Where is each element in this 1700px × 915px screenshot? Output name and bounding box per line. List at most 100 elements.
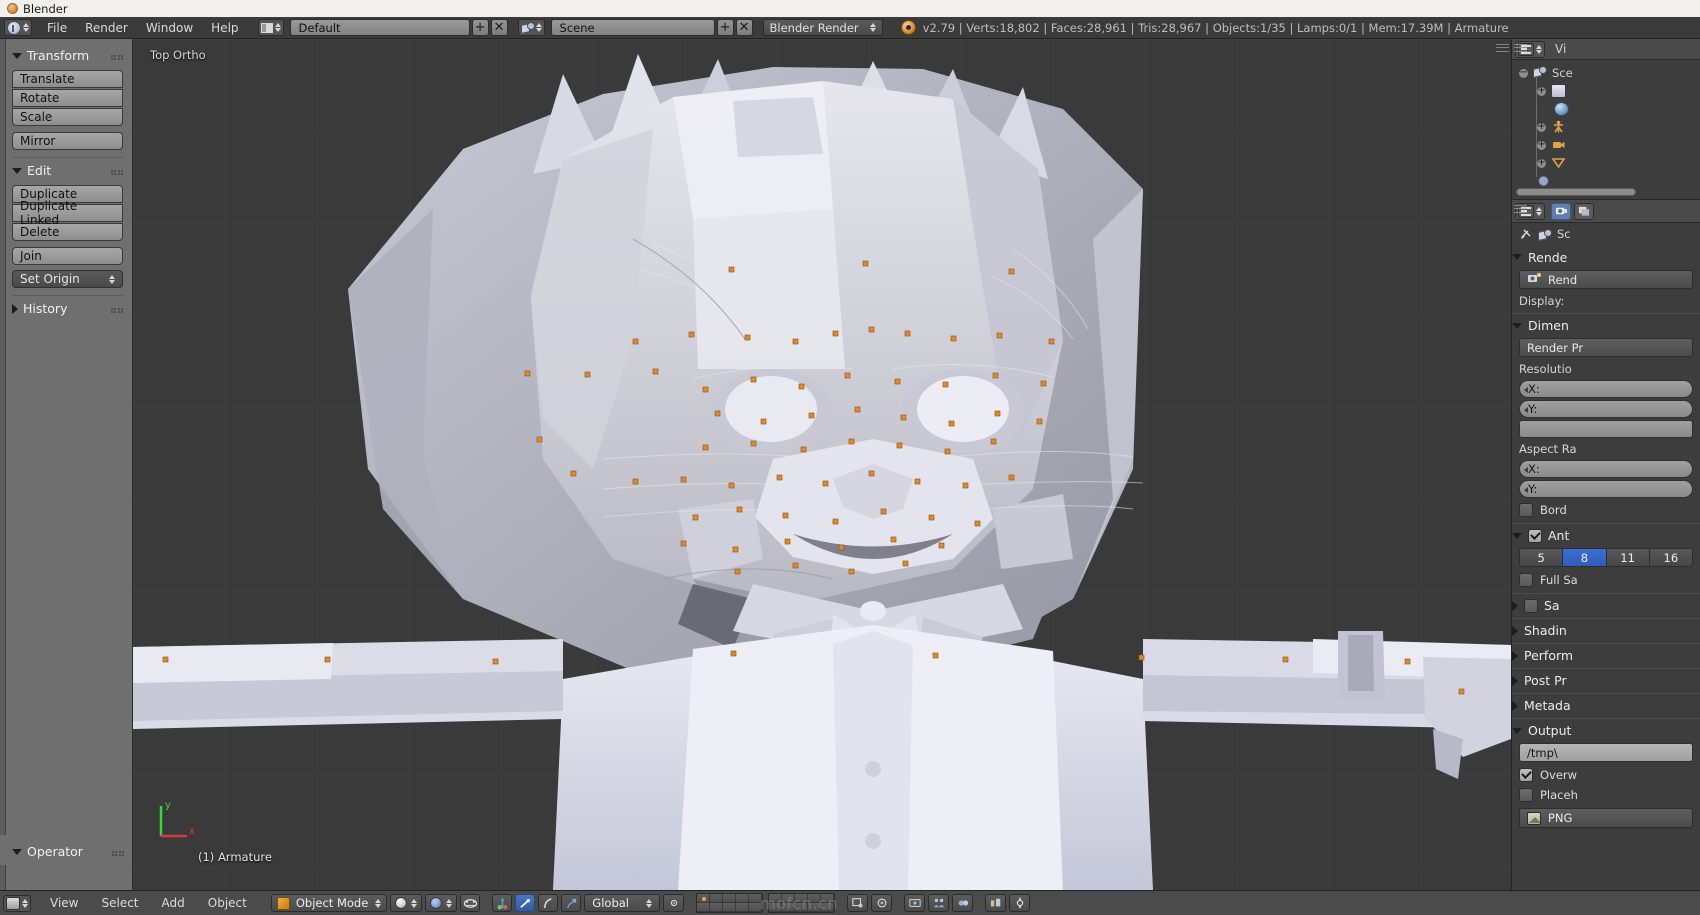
scene-browser-selector[interactable] — [517, 19, 545, 36]
outliner-display-mode[interactable]: Vi — [1555, 42, 1566, 56]
scale-manipulator-icon[interactable] — [538, 894, 559, 912]
border-checkbox-row[interactable]: Bord — [1512, 500, 1700, 520]
layer-button[interactable] — [736, 903, 750, 912]
render-engine-selector[interactable]: Blender Render — [762, 19, 883, 36]
view3d-menu-object[interactable]: Object — [198, 894, 257, 912]
view3d-menu-add[interactable]: Add — [152, 894, 195, 912]
overwrite-checkbox[interactable] — [1519, 768, 1533, 782]
aa-sample-8[interactable]: 8 — [1563, 549, 1607, 566]
delete-scene-button[interactable]: ✕ — [735, 19, 753, 36]
translate-manipulator-icon[interactable] — [492, 894, 513, 912]
output-path-field[interactable]: /tmp\ — [1519, 743, 1693, 762]
file-format-dropdown[interactable]: PNG — [1519, 808, 1693, 828]
view3d-menu-select[interactable]: Select — [91, 894, 148, 912]
outliner-row-camera[interactable]: + — [1514, 136, 1698, 154]
scene-object-type-visibility[interactable] — [425, 894, 458, 912]
tool-mirror-button[interactable]: Mirror — [12, 132, 123, 150]
aspect-x-field[interactable]: X: — [1519, 460, 1693, 478]
resolution-x-field[interactable]: X: — [1519, 380, 1693, 398]
layer-group-1[interactable] — [696, 893, 764, 913]
3d-viewport[interactable]: Top Ortho y x (1) Armature — [133, 39, 1511, 890]
expand-icon[interactable]: + — [1536, 157, 1547, 169]
properties-section-output[interactable]: Output — [1512, 718, 1700, 740]
panel-header-history[interactable]: History — [12, 301, 123, 316]
aa-samples-selector[interactable]: 5 8 11 16 — [1519, 548, 1693, 567]
editor-type-selector[interactable] — [4, 19, 32, 36]
outliner-row-armature[interactable]: + — [1514, 118, 1698, 136]
properties-section-metadata[interactable]: Metada — [1512, 693, 1700, 715]
aa-sample-11[interactable]: 11 — [1606, 549, 1650, 566]
panel-header-edit[interactable]: Edit — [12, 163, 123, 178]
menu-file[interactable]: File — [38, 19, 76, 37]
menu-window[interactable]: Window — [137, 19, 202, 37]
rotate-manipulator-icon[interactable] — [515, 894, 536, 912]
full-sample-row[interactable]: Full Sa — [1512, 570, 1700, 590]
layer-button[interactable] — [723, 903, 737, 912]
menu-help[interactable]: Help — [202, 19, 247, 37]
tool-translate-button[interactable]: Translate — [12, 70, 123, 88]
transform-orientation-selector[interactable]: Global — [584, 894, 661, 912]
delete-screen-layout-button[interactable]: ✕ — [490, 19, 508, 36]
aspect-y-field[interactable]: Y: — [1519, 480, 1693, 498]
layer-button[interactable] — [710, 894, 724, 903]
layer-button[interactable] — [697, 894, 711, 903]
full-sample-checkbox[interactable] — [1519, 573, 1533, 587]
layer-button[interactable] — [723, 894, 737, 903]
menu-render[interactable]: Render — [76, 19, 137, 37]
tools-icon[interactable] — [985, 894, 1007, 912]
overwrite-row[interactable]: Overw — [1512, 765, 1700, 785]
resolution-percentage-field[interactable] — [1519, 420, 1693, 438]
outliner-row-lamp[interactable]: + — [1514, 154, 1698, 172]
render-preset-dropdown[interactable]: Render Pr — [1519, 338, 1693, 357]
add-scene-button[interactable]: + — [716, 19, 734, 36]
tool-scale-button[interactable]: Scale — [12, 108, 123, 126]
manipulator-extra-icon[interactable] — [561, 894, 582, 912]
properties-section-render[interactable]: Rende — [1512, 245, 1700, 267]
snap-magnet-icon[interactable] — [871, 894, 893, 912]
scene-name-field[interactable]: Scene — [550, 19, 715, 36]
outliner-row-world[interactable] — [1514, 100, 1698, 118]
properties-section-post-processing[interactable]: Post Pr — [1512, 668, 1700, 690]
placeholders-row[interactable]: Placeh — [1512, 785, 1700, 805]
outliner-horizontal-scrollbar[interactable] — [1516, 188, 1636, 196]
tool-set-origin-dropdown[interactable]: Set Origin — [12, 270, 123, 288]
panel-header-transform[interactable]: Transform — [12, 48, 123, 63]
border-checkbox[interactable] — [1519, 503, 1533, 517]
layer-button[interactable] — [736, 894, 750, 903]
properties-section-sampled-motion-blur[interactable]: Sa — [1512, 593, 1700, 615]
expand-icon[interactable]: + — [1536, 85, 1547, 97]
outliner-row-renderlayers[interactable]: + — [1514, 82, 1698, 100]
properties-tab-render[interactable] — [1551, 202, 1571, 220]
layer-button[interactable] — [697, 903, 711, 912]
viewport-corner-grip[interactable] — [1496, 41, 1509, 54]
viewport-shading-selector[interactable] — [390, 894, 423, 912]
collapse-icon[interactable]: − — [1518, 67, 1529, 79]
panel-header-operator[interactable]: Operator — [12, 844, 124, 859]
aa-sample-5[interactable]: 5 — [1520, 549, 1564, 566]
group-icon[interactable] — [952, 894, 974, 912]
resolution-y-field[interactable]: Y: — [1519, 400, 1693, 418]
motion-blur-checkbox[interactable] — [1524, 598, 1538, 613]
tool-duplicate-linked-button[interactable]: Duplicate Linked — [12, 199, 123, 227]
tool-rotate-button[interactable]: Rotate — [12, 89, 123, 107]
people-icon[interactable] — [928, 894, 950, 912]
expand-icon[interactable]: + — [1536, 121, 1547, 133]
screen-layout-selector[interactable] — [257, 19, 284, 36]
properties-corner-grip[interactable] — [1514, 202, 1527, 215]
tool-join-button[interactable]: Join — [12, 247, 123, 265]
properties-section-shading[interactable]: Shadin — [1512, 618, 1700, 640]
layer-button[interactable] — [710, 903, 724, 912]
properties-section-antialiasing[interactable]: Ant — [1512, 523, 1700, 545]
toggle-xray-icon[interactable] — [460, 894, 481, 912]
antialiasing-checkbox[interactable] — [1528, 528, 1542, 543]
proportional-edit-icon[interactable] — [847, 894, 869, 912]
render-image-button[interactable]: Rend — [1519, 270, 1693, 289]
screen-layout-field[interactable]: Default — [289, 19, 470, 36]
add-screen-layout-button[interactable]: + — [471, 19, 489, 36]
properties-section-dimensions[interactable]: Dimen — [1512, 313, 1700, 335]
aa-sample-16[interactable]: 16 — [1649, 549, 1692, 566]
view3d-menu-view[interactable]: View — [40, 894, 88, 912]
pin-icon[interactable] — [1519, 228, 1532, 241]
pivot-point-icon[interactable] — [663, 894, 685, 912]
outliner-corner-grip[interactable] — [1514, 41, 1527, 54]
